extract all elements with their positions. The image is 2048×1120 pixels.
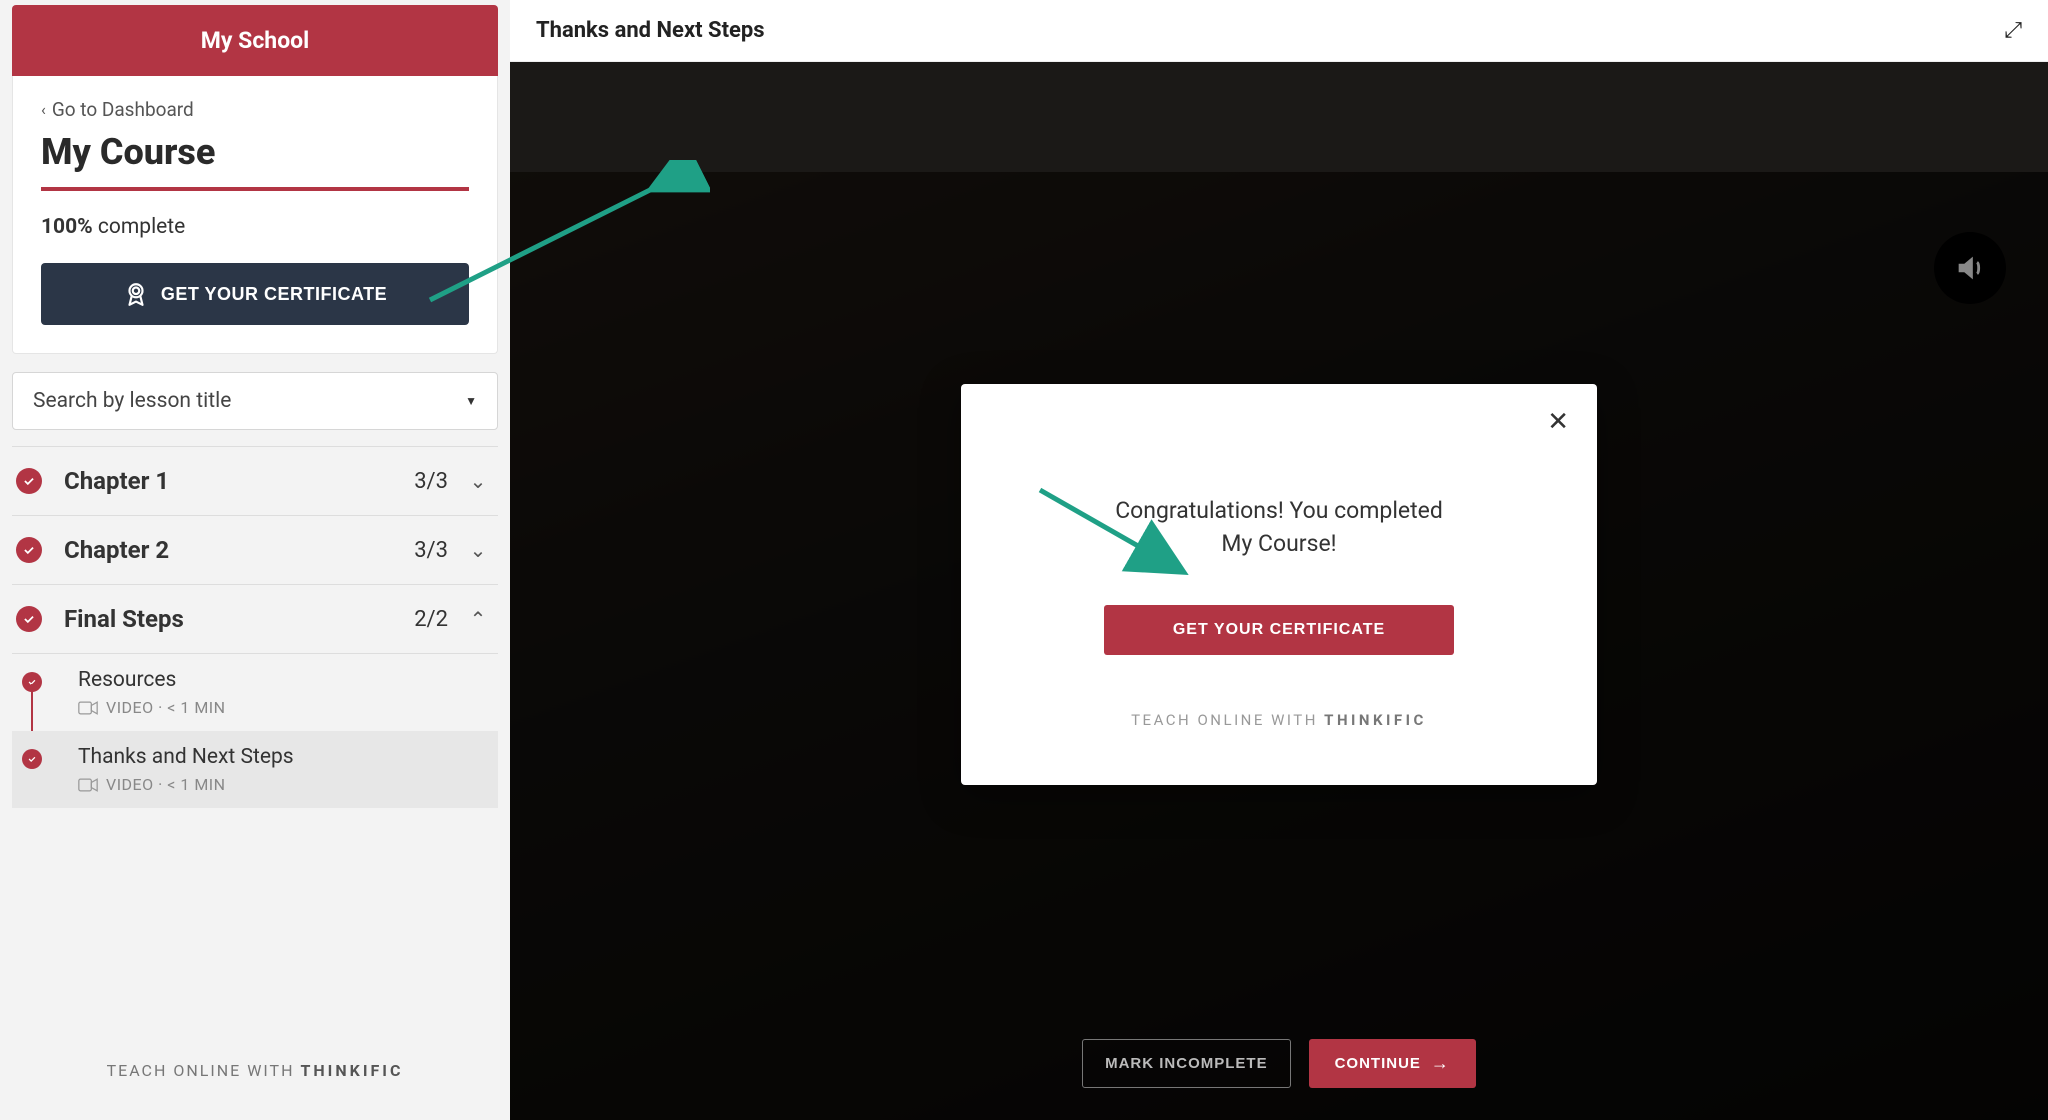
chevron-left-icon: ‹ bbox=[41, 100, 46, 119]
get-certificate-label: GET YOUR CERTIFICATE bbox=[161, 284, 387, 305]
lesson-meta: VIDEO · < 1 MIN bbox=[78, 698, 226, 717]
modal-footer-prefix: TEACH ONLINE WITH bbox=[1131, 711, 1324, 729]
footer-prefix: TEACH ONLINE WITH bbox=[107, 1061, 301, 1080]
mute-toggle-button[interactable] bbox=[1934, 232, 2006, 304]
video-icon bbox=[78, 778, 98, 792]
lesson-meta-text: VIDEO · < 1 MIN bbox=[106, 698, 226, 717]
progress-bar bbox=[41, 187, 469, 191]
chevron-down-icon: ⌄ bbox=[468, 538, 488, 562]
content-area: ✕ Congratulations! You completed My Cour… bbox=[510, 62, 2048, 1120]
get-certificate-button[interactable]: GET YOUR CERTIFICATE bbox=[41, 263, 469, 325]
expand-fullscreen-icon[interactable]: ⤢ bbox=[2004, 18, 2022, 43]
chapter-progress-count: 3/3 bbox=[414, 538, 448, 563]
chapter-name: Chapter 1 bbox=[64, 467, 414, 495]
back-to-dashboard-link[interactable]: ‹ Go to Dashboard bbox=[41, 98, 469, 121]
modal-message: Congratulations! You completed My Course… bbox=[1099, 494, 1459, 561]
school-header: My School bbox=[12, 5, 498, 76]
lesson-row[interactable]: Thanks and Next Steps VIDEO · < 1 MIN bbox=[12, 731, 498, 808]
video-icon bbox=[78, 701, 98, 715]
chapter-list: Chapter 1 3/3 ⌄ Chapter 2 3/3 ⌄ Final St… bbox=[12, 446, 498, 808]
search-placeholder: Search by lesson title bbox=[33, 389, 231, 413]
chapter-row[interactable]: Chapter 1 3/3 ⌄ bbox=[12, 446, 498, 516]
continue-button[interactable]: CONTINUE → bbox=[1309, 1039, 1476, 1088]
search-lessons-dropdown[interactable]: Search by lesson title ▼ bbox=[12, 372, 498, 430]
progress-text: 100% complete bbox=[41, 215, 469, 239]
bottom-action-bar: MARK INCOMPLETE CONTINUE → bbox=[510, 1015, 2048, 1120]
main: Thanks and Next Steps ⤢ ✕ Congratulation… bbox=[510, 0, 2048, 1120]
footer-brand: THINKIFIC bbox=[300, 1061, 403, 1080]
continue-label: CONTINUE bbox=[1335, 1055, 1421, 1072]
completion-modal: ✕ Congratulations! You completed My Cour… bbox=[961, 384, 1597, 785]
lesson-row[interactable]: Resources VIDEO · < 1 MIN bbox=[12, 654, 498, 731]
check-complete-icon bbox=[16, 468, 42, 494]
page-title: Thanks and Next Steps bbox=[536, 18, 765, 43]
chevron-up-icon: ⌃ bbox=[468, 607, 488, 631]
chapter-progress-count: 2/2 bbox=[414, 607, 448, 632]
check-complete-icon bbox=[22, 749, 42, 769]
modal-footer: TEACH ONLINE WITH THINKIFIC bbox=[1017, 711, 1541, 729]
check-complete-icon bbox=[16, 537, 42, 563]
progress-word: complete bbox=[98, 215, 185, 239]
chapter-progress-count: 3/3 bbox=[414, 469, 448, 494]
dropdown-triangle-icon: ▼ bbox=[465, 394, 477, 408]
chevron-down-icon: ⌄ bbox=[468, 469, 488, 493]
topbar: Thanks and Next Steps ⤢ bbox=[510, 0, 2048, 62]
lesson-meta: VIDEO · < 1 MIN bbox=[78, 775, 294, 794]
sidebar: My School ‹ Go to Dashboard My Course 10… bbox=[0, 0, 510, 1120]
lesson-list: Resources VIDEO · < 1 MIN Thanks and Nex… bbox=[12, 654, 498, 808]
lesson-title: Resources bbox=[78, 668, 226, 692]
close-icon: ✕ bbox=[1547, 406, 1569, 436]
modal-get-certificate-button[interactable]: GET YOUR CERTIFICATE bbox=[1104, 605, 1454, 655]
chapter-row[interactable]: Final Steps 2/2 ⌃ bbox=[12, 585, 498, 654]
check-complete-icon bbox=[16, 606, 42, 632]
chapter-row[interactable]: Chapter 2 3/3 ⌄ bbox=[12, 516, 498, 585]
lesson-title: Thanks and Next Steps bbox=[78, 745, 294, 769]
chapter-name: Final Steps bbox=[64, 605, 414, 633]
chapter-name: Chapter 2 bbox=[64, 536, 414, 564]
course-title: My Course bbox=[41, 131, 469, 173]
lesson-meta-text: VIDEO · < 1 MIN bbox=[106, 775, 226, 794]
modal-footer-brand: THINKIFIC bbox=[1324, 711, 1427, 729]
back-to-dashboard-label: Go to Dashboard bbox=[52, 98, 194, 121]
progress-percent: 100% bbox=[41, 215, 93, 239]
close-modal-button[interactable]: ✕ bbox=[1547, 408, 1569, 434]
certificate-ribbon-icon bbox=[123, 281, 149, 307]
course-card: ‹ Go to Dashboard My Course 100% complet… bbox=[12, 76, 498, 354]
arrow-right-icon: → bbox=[1431, 1053, 1450, 1074]
speaker-icon bbox=[1953, 251, 1987, 285]
mark-incomplete-button[interactable]: MARK INCOMPLETE bbox=[1082, 1039, 1291, 1088]
sidebar-footer: TEACH ONLINE WITH THINKIFIC bbox=[12, 1031, 498, 1120]
